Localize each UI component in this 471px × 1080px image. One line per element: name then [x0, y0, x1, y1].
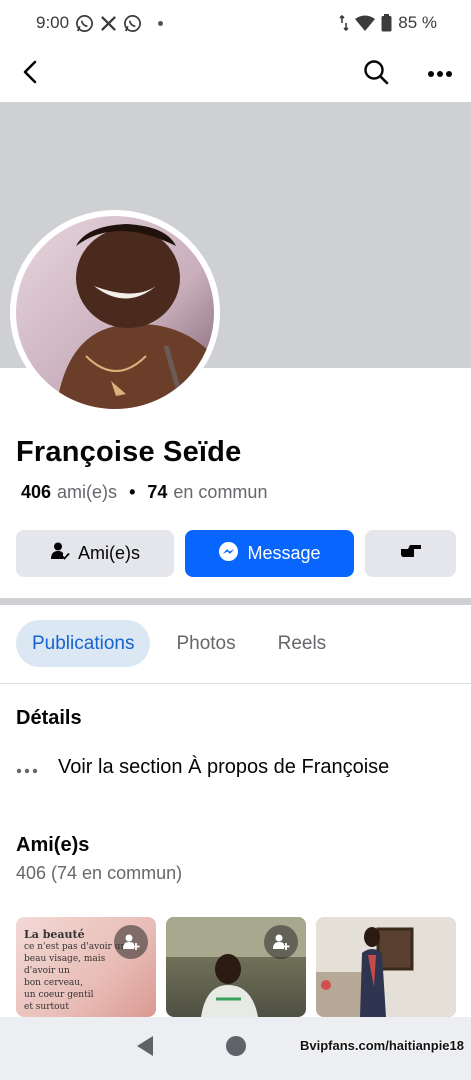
friend-photo — [316, 917, 456, 1017]
friend-card[interactable]: La beauté ce n'est pas d'avoir un beau v… — [16, 917, 156, 1017]
nav-actions — [363, 59, 453, 90]
about-link-row[interactable]: Voir la section À propos de Françoise — [16, 754, 389, 780]
profile-avatar[interactable] — [10, 210, 220, 415]
message-button-label: Message — [247, 543, 321, 563]
friends-button[interactable]: Ami(e)s — [16, 530, 174, 577]
battery-icon — [381, 14, 392, 32]
quote-line: La beauté — [24, 928, 85, 941]
friend-card[interactable] — [166, 917, 306, 1017]
friends-heading: Ami(e)s — [16, 834, 90, 856]
tab-reels[interactable]: Reels — [262, 620, 343, 667]
quote-line: ce n'est pas d'avoir un — [24, 942, 127, 952]
section-divider — [0, 598, 471, 605]
friend-check-icon — [50, 541, 70, 566]
friend-card-quote: La beauté ce n'est pas d'avoir un beau v… — [24, 929, 126, 1013]
nav-home-icon[interactable] — [225, 1035, 247, 1062]
x-icon — [100, 15, 117, 32]
data-arrows-icon — [339, 15, 349, 31]
wifi-icon — [355, 15, 376, 31]
more-icon[interactable] — [427, 65, 453, 83]
profile-name: Françoise Seïde — [16, 436, 242, 468]
quote-line: un coeur gentil — [24, 990, 94, 1000]
ellipsis-icon — [16, 754, 40, 780]
status-bar: 9:00 85 % — [0, 0, 471, 46]
quote-line: beau visage, mais — [24, 954, 106, 964]
watermark: Bvipfans.com/haitianpie18 — [300, 1038, 464, 1053]
notification-dot-icon — [158, 20, 164, 26]
tab-publications[interactable]: Publications — [16, 620, 151, 667]
top-nav — [0, 46, 471, 102]
add-friend-icon[interactable] — [264, 925, 298, 959]
whatsapp-icon — [123, 14, 142, 33]
friend-card[interactable] — [316, 917, 456, 1017]
mutual-label[interactable]: en commun — [173, 482, 267, 503]
message-button[interactable]: Message — [185, 530, 354, 577]
status-right: 85 % — [339, 13, 437, 33]
friends-count-text: 406 (74 en commun) — [16, 863, 183, 883]
tabs-divider — [0, 683, 471, 684]
back-arrow-icon[interactable] — [18, 59, 44, 90]
profile-actions: Ami(e)s Message — [16, 530, 456, 577]
friends-count[interactable]: 406 — [21, 482, 51, 503]
clock: 9:00 — [36, 13, 70, 32]
status-left: 9:00 — [36, 13, 164, 33]
mutual-count[interactable]: 74 — [147, 482, 167, 503]
separator-dot: • — [129, 482, 136, 502]
search-icon[interactable] — [363, 59, 389, 90]
profile-photo — [16, 216, 214, 409]
messenger-icon — [218, 541, 239, 567]
profile-tabs: Publications Photos Reels — [16, 620, 342, 667]
add-friend-icon[interactable] — [114, 925, 148, 959]
quote-line: d'avoir un — [24, 966, 70, 976]
friends-label[interactable]: ami(e)s — [57, 482, 117, 503]
quote-line: et surtout — [24, 1002, 69, 1012]
nav-back-icon[interactable] — [135, 1035, 155, 1062]
whatsapp-icon — [75, 14, 94, 33]
tab-photos[interactable]: Photos — [160, 620, 251, 667]
details-heading: Détails — [16, 707, 82, 729]
profile-stats: 406 ami(e)s • 74 en commun — [21, 482, 267, 503]
more-actions-button[interactable] — [365, 530, 456, 577]
friends-grid: La beauté ce n'est pas d'avoir un beau v… — [16, 917, 456, 1017]
poke-hand-icon — [400, 543, 422, 564]
about-link-label: Voir la section À propos de Françoise — [58, 755, 390, 778]
battery-level: 85 % — [398, 13, 437, 32]
quote-line: bon cerveau, — [24, 978, 83, 988]
friends-button-label: Ami(e)s — [78, 543, 140, 563]
